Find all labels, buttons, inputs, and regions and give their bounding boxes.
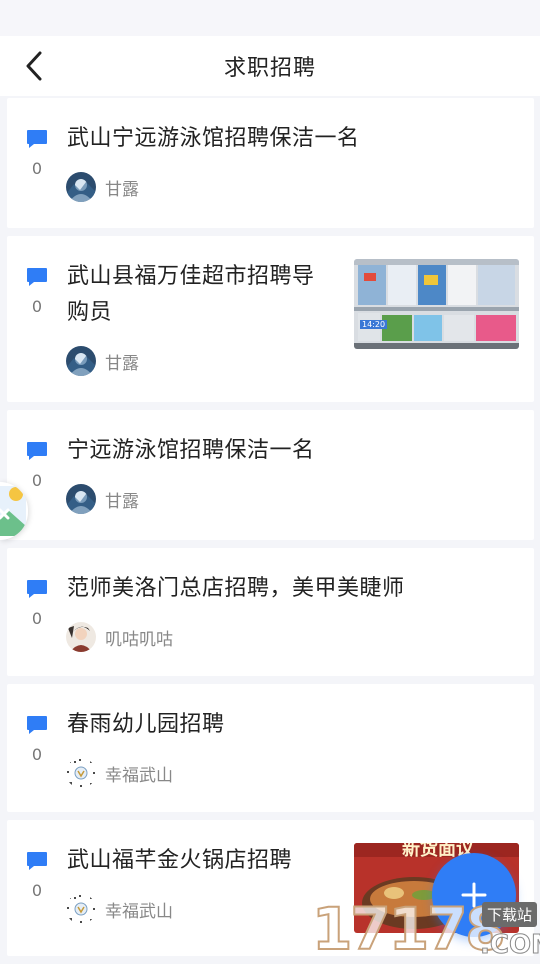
page-title: 求职招聘 [223, 56, 316, 81]
status-bar [0, 0, 540, 36]
comment-icon [27, 580, 47, 598]
watermark-domain: .COM [480, 930, 540, 961]
back-arrow-icon [26, 51, 42, 81]
author-name: 叽咕叽咕 [105, 629, 173, 650]
post-card[interactable]: 0 武山宁远游泳馆招聘保洁一名 甘露 [7, 98, 534, 228]
post-thumbnail[interactable]: 14:20 [354, 259, 519, 349]
thumbnail-time: 14:20 [360, 320, 388, 329]
comment-count: 0 [31, 297, 43, 316]
post-title[interactable]: 春雨幼儿园招聘 [67, 707, 225, 743]
post-author[interactable]: 叽咕叽咕 [66, 622, 173, 652]
comment-count: 0 [31, 609, 43, 628]
post-title[interactable]: 武山县福万佳超市招聘导 购员 [67, 259, 347, 331]
avatar [66, 346, 96, 376]
post-author[interactable]: 幸福武山 [66, 758, 173, 788]
post-author[interactable]: 甘露 [66, 484, 139, 514]
post-author[interactable]: 甘露 [66, 346, 139, 376]
author-name: 幸福武山 [105, 765, 173, 786]
back-button[interactable] [18, 50, 50, 82]
author-name: 甘露 [105, 491, 139, 512]
header: 求职招聘 [0, 36, 540, 96]
comment-icon [27, 442, 47, 460]
comment-icon [27, 852, 47, 870]
comment-icon [27, 716, 47, 734]
comment-count: 0 [31, 159, 43, 178]
watermark-logo: 17178 下载站 .COM [311, 895, 540, 963]
comment-icon [27, 130, 47, 148]
post-list: 0 武山宁远游泳馆招聘保洁一名 甘露 0 武山县福万佳超市招聘导 购员 14:2… [7, 98, 534, 964]
post-card[interactable]: 0 春雨幼儿园招聘 幸福武山 [7, 684, 534, 812]
avatar [66, 758, 96, 788]
author-name: 甘露 [105, 179, 139, 200]
post-title[interactable]: 范师美洛门总店招聘，美甲美睫师 [67, 571, 405, 607]
author-name: 幸福武山 [105, 901, 173, 922]
comment-count: 0 [31, 881, 43, 900]
watermark-number: 17178 [311, 895, 507, 963]
comment-count: 0 [31, 471, 43, 490]
post-card[interactable]: 0 武山县福万佳超市招聘导 购员 14:20 甘露 [7, 236, 534, 402]
post-title-line: 武山县福万佳超市招聘导 [67, 264, 315, 289]
post-card[interactable]: 0 宁远游泳馆招聘保洁一名 甘露 [7, 410, 534, 540]
comment-icon [27, 268, 47, 286]
avatar [66, 172, 96, 202]
author-name: 甘露 [105, 353, 139, 374]
post-title[interactable]: 武山福芊金火锅店招聘 [67, 843, 292, 879]
post-author[interactable]: 幸福武山 [66, 894, 173, 924]
avatar [66, 894, 96, 924]
post-title[interactable]: 宁远游泳馆招聘保洁一名 [67, 433, 315, 469]
avatar [66, 484, 96, 514]
post-title-line: 购员 [67, 300, 113, 325]
comment-count: 0 [31, 745, 43, 764]
avatar [66, 622, 96, 652]
post-title[interactable]: 武山宁远游泳馆招聘保洁一名 [67, 121, 360, 157]
post-author[interactable]: 甘露 [66, 172, 139, 202]
watermark-badge: 下载站 [482, 902, 538, 927]
post-card[interactable]: 0 范师美洛门总店招聘，美甲美睫师 叽咕叽咕 [7, 548, 534, 676]
